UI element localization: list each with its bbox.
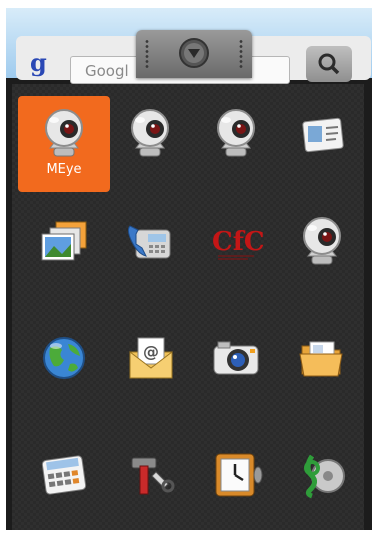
- svg-text:@: @: [143, 342, 159, 361]
- svg-text:CfC: CfC: [212, 227, 264, 257]
- chevron-down-icon[interactable]: [177, 36, 211, 70]
- app-drawer-grid: MEye CfC @: [12, 84, 364, 530]
- app-icon-cell[interactable]: [276, 320, 368, 416]
- app-icon-cell[interactable]: [190, 96, 282, 192]
- app-drawer-handle[interactable]: [136, 30, 252, 78]
- app-icon-cell[interactable]: [104, 204, 196, 300]
- app-icon-cell[interactable]: [190, 436, 282, 530]
- app-icon-cell[interactable]: [104, 436, 196, 530]
- app-icon-cell[interactable]: [18, 204, 110, 300]
- handle-grip: [238, 39, 244, 69]
- phone-screen: g Googl MEye CfC @: [6, 8, 372, 530]
- app-icon-cell[interactable]: [276, 204, 368, 300]
- handle-grip: [144, 39, 150, 69]
- app-icon-cell[interactable]: @: [104, 320, 196, 416]
- app-icon-cell[interactable]: MEye: [18, 96, 110, 192]
- app-icon-cell[interactable]: [18, 320, 110, 416]
- google-logo-icon: g: [30, 48, 47, 77]
- app-icon-cell[interactable]: [276, 436, 368, 530]
- search-icon: [318, 53, 340, 75]
- app-icon-cell[interactable]: CfC: [190, 204, 282, 300]
- app-icon-cell[interactable]: [18, 436, 110, 530]
- app-icon-cell[interactable]: [276, 96, 368, 192]
- app-label: MEye: [46, 162, 82, 177]
- app-icon-cell[interactable]: [104, 96, 196, 192]
- app-icon-cell[interactable]: [190, 320, 282, 416]
- search-button[interactable]: [306, 46, 352, 82]
